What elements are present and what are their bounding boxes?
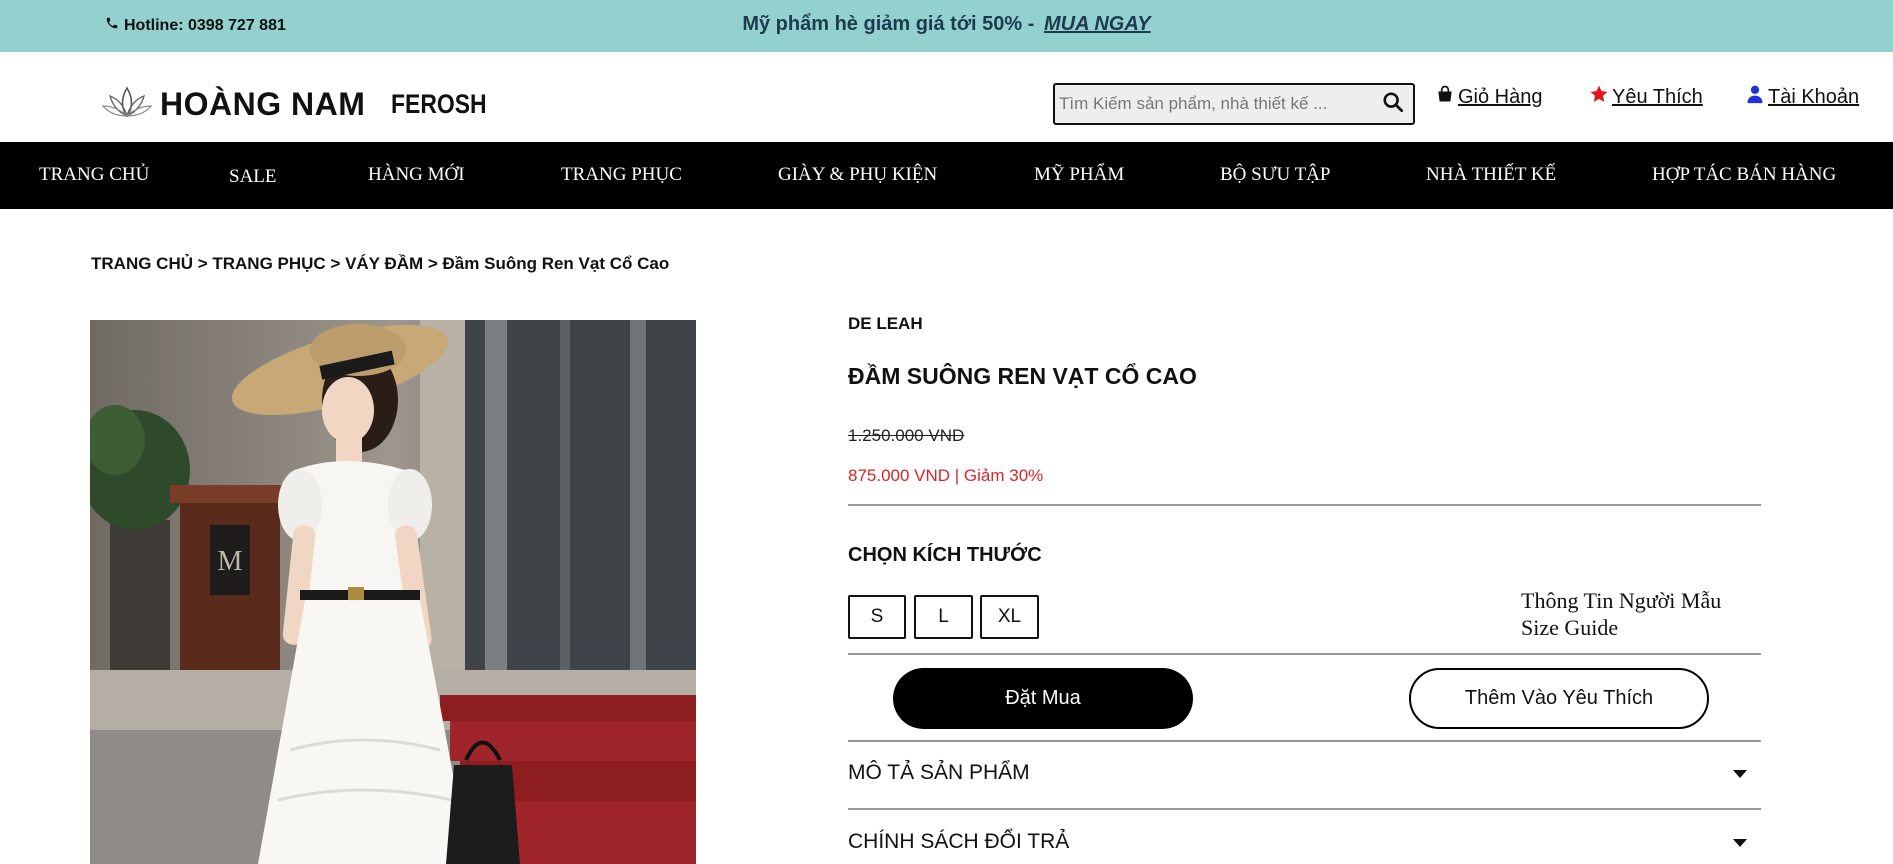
size-option-l[interactable]: L [914, 595, 973, 639]
size-option-s[interactable]: S [848, 595, 906, 639]
nav-item-new-arrivals[interactable]: HÀNG MỚI [368, 164, 465, 186]
main-nav: TRANG CHỦ SALE HÀNG MỚI TRANG PHỤC GIÀY … [0, 142, 1893, 209]
promo-cta-link[interactable]: MUA NGAY [1044, 13, 1151, 35]
lotus-logo-icon [100, 82, 154, 127]
search-icon [1382, 91, 1404, 118]
star-icon [1589, 84, 1609, 110]
account-label: Tài Khoản [1768, 85, 1860, 108]
search-input[interactable] [1055, 85, 1373, 123]
accordion-label: MÔ TẢ SẢN PHẨM [848, 761, 1030, 784]
caret-down-icon [1733, 839, 1747, 847]
wishlist-link[interactable]: Yêu Thích [1589, 84, 1703, 110]
divider [848, 504, 1761, 506]
nav-item-shoes-accessories[interactable]: GIÀY & PHỤ KIỆN [778, 164, 937, 186]
sale-price: 875.000 VND | Giảm 30% [848, 466, 1044, 485]
product-image[interactable]: M [90, 320, 696, 864]
shopping-bag-icon [1435, 84, 1455, 110]
product-brand[interactable]: DE LEAH [848, 314, 923, 334]
svg-text:M: M [218, 546, 243, 577]
size-option-xl[interactable]: XL [980, 595, 1039, 639]
user-icon [1745, 84, 1765, 110]
wishlist-label: Yêu Thích [1612, 85, 1703, 108]
nav-item-designers[interactable]: NHÀ THIẾT KẾ [1426, 164, 1556, 186]
size-guide-link[interactable]: Size Guide [1521, 614, 1721, 641]
logo-text: HOÀNG NAM [160, 86, 366, 122]
original-price: 1.250.000 VND [848, 426, 965, 445]
nav-item-cosmetics[interactable]: MỸ PHẨM [1034, 164, 1124, 186]
logo-subbrand: FEROSH [391, 89, 488, 119]
add-to-wishlist-button[interactable]: Thêm Vào Yêu Thích [1409, 668, 1709, 729]
breadcrumb[interactable]: TRANG CHỦ > TRANG PHỤC > VÁY ĐẦM > Đầm S… [91, 254, 669, 274]
nav-item-collections[interactable]: BỘ SƯU TẬP [1220, 164, 1330, 186]
model-info-link[interactable]: Thông Tin Người Mẫu [1521, 587, 1721, 614]
size-section-title: CHỌN KÍCH THƯỚC [848, 544, 1042, 566]
account-link[interactable]: Tài Khoản [1745, 84, 1859, 110]
accordion-return-policy[interactable]: CHÍNH SÁCH ĐỔI TRẢ [848, 825, 1761, 864]
nav-item-partnership[interactable]: HỢP TÁC BÁN HÀNG [1652, 164, 1836, 186]
nav-item-sale[interactable]: SALE [229, 166, 277, 188]
accordion-label: CHÍNH SÁCH ĐỔI TRẢ [848, 830, 1070, 853]
divider [848, 653, 1761, 655]
caret-down-icon [1733, 770, 1747, 778]
nav-item-clothing[interactable]: TRANG PHỤC [561, 164, 682, 186]
buy-button[interactable]: Đặt Mua [893, 668, 1193, 729]
size-help-links: Thông Tin Người Mẫu Size Guide [1521, 587, 1721, 641]
promo-bar: Hotline: 0398 727 881 Mỹ phẩm hè giảm gi… [0, 0, 1893, 52]
divider [848, 808, 1761, 810]
divider [848, 740, 1761, 742]
accordion-description[interactable]: MÔ TẢ SẢN PHẨM [848, 756, 1761, 796]
search-button[interactable] [1373, 85, 1413, 123]
search-box [1053, 83, 1415, 125]
nav-item-home[interactable]: TRANG CHỦ [39, 164, 149, 186]
cart-label: Giỏ Hàng [1458, 85, 1543, 108]
logo[interactable]: HOÀNG NAM FEROSH [100, 82, 504, 127]
product-title: ĐẦM SUÔNG REN VẠT CỔ CAO [848, 363, 1197, 389]
cart-link[interactable]: Giỏ Hàng [1435, 84, 1543, 110]
site-header: HOÀNG NAM FEROSH Giỏ Hàng Yêu Thích Tài … [0, 52, 1893, 142]
promo-message: Mỹ phẩm hè giảm giá tới 50% - MUA NGAY [0, 13, 1893, 36]
promo-text: Mỹ phẩm hè giảm giá tới 50% - [742, 13, 1035, 35]
